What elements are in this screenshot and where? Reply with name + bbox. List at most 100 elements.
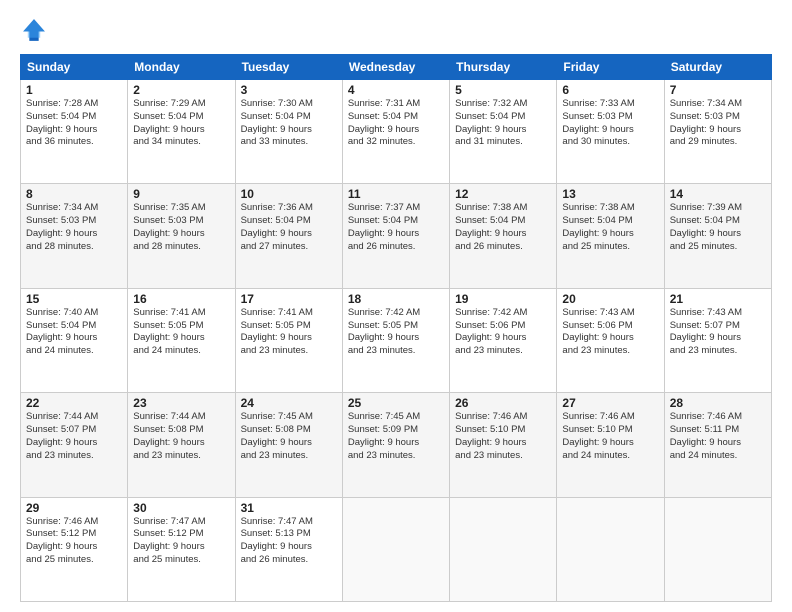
day-info: Sunrise: 7:46 AM Sunset: 5:12 PM Dayligh…	[26, 516, 122, 567]
day-number: 1	[26, 83, 122, 97]
day-number: 30	[133, 501, 229, 515]
calendar-table: SundayMondayTuesdayWednesdayThursdayFrid…	[20, 54, 772, 602]
day-number: 25	[348, 396, 444, 410]
day-info: Sunrise: 7:30 AM Sunset: 5:04 PM Dayligh…	[241, 98, 337, 149]
calendar-page: SundayMondayTuesdayWednesdayThursdayFrid…	[0, 0, 792, 612]
calendar-cell: 16Sunrise: 7:41 AM Sunset: 5:05 PM Dayli…	[128, 288, 235, 392]
day-number: 14	[670, 187, 766, 201]
day-number: 7	[670, 83, 766, 97]
day-number: 11	[348, 187, 444, 201]
day-number: 12	[455, 187, 551, 201]
day-info: Sunrise: 7:43 AM Sunset: 5:06 PM Dayligh…	[562, 307, 658, 358]
day-number: 6	[562, 83, 658, 97]
day-number: 18	[348, 292, 444, 306]
day-number: 8	[26, 187, 122, 201]
day-number: 17	[241, 292, 337, 306]
calendar-cell: 5Sunrise: 7:32 AM Sunset: 5:04 PM Daylig…	[450, 80, 557, 184]
calendar-cell: 7Sunrise: 7:34 AM Sunset: 5:03 PM Daylig…	[664, 80, 771, 184]
day-info: Sunrise: 7:28 AM Sunset: 5:04 PM Dayligh…	[26, 98, 122, 149]
calendar-cell: 3Sunrise: 7:30 AM Sunset: 5:04 PM Daylig…	[235, 80, 342, 184]
day-info: Sunrise: 7:34 AM Sunset: 5:03 PM Dayligh…	[670, 98, 766, 149]
calendar-cell: 9Sunrise: 7:35 AM Sunset: 5:03 PM Daylig…	[128, 184, 235, 288]
day-info: Sunrise: 7:31 AM Sunset: 5:04 PM Dayligh…	[348, 98, 444, 149]
day-number: 15	[26, 292, 122, 306]
calendar-cell: 30Sunrise: 7:47 AM Sunset: 5:12 PM Dayli…	[128, 497, 235, 601]
header	[20, 16, 772, 44]
calendar-cell: 6Sunrise: 7:33 AM Sunset: 5:03 PM Daylig…	[557, 80, 664, 184]
calendar-cell: 4Sunrise: 7:31 AM Sunset: 5:04 PM Daylig…	[342, 80, 449, 184]
calendar-cell: 8Sunrise: 7:34 AM Sunset: 5:03 PM Daylig…	[21, 184, 128, 288]
day-number: 24	[241, 396, 337, 410]
weekday-header-monday: Monday	[128, 55, 235, 80]
weekday-header-friday: Friday	[557, 55, 664, 80]
day-number: 13	[562, 187, 658, 201]
day-info: Sunrise: 7:33 AM Sunset: 5:03 PM Dayligh…	[562, 98, 658, 149]
day-number: 2	[133, 83, 229, 97]
calendar-cell: 21Sunrise: 7:43 AM Sunset: 5:07 PM Dayli…	[664, 288, 771, 392]
day-number: 28	[670, 396, 766, 410]
calendar-cell	[450, 497, 557, 601]
calendar-cell: 31Sunrise: 7:47 AM Sunset: 5:13 PM Dayli…	[235, 497, 342, 601]
day-info: Sunrise: 7:40 AM Sunset: 5:04 PM Dayligh…	[26, 307, 122, 358]
day-number: 29	[26, 501, 122, 515]
calendar-cell: 12Sunrise: 7:38 AM Sunset: 5:04 PM Dayli…	[450, 184, 557, 288]
day-number: 16	[133, 292, 229, 306]
day-info: Sunrise: 7:39 AM Sunset: 5:04 PM Dayligh…	[670, 202, 766, 253]
day-info: Sunrise: 7:32 AM Sunset: 5:04 PM Dayligh…	[455, 98, 551, 149]
day-info: Sunrise: 7:37 AM Sunset: 5:04 PM Dayligh…	[348, 202, 444, 253]
day-info: Sunrise: 7:43 AM Sunset: 5:07 PM Dayligh…	[670, 307, 766, 358]
calendar-cell: 27Sunrise: 7:46 AM Sunset: 5:10 PM Dayli…	[557, 393, 664, 497]
calendar-cell: 13Sunrise: 7:38 AM Sunset: 5:04 PM Dayli…	[557, 184, 664, 288]
day-number: 10	[241, 187, 337, 201]
day-info: Sunrise: 7:45 AM Sunset: 5:08 PM Dayligh…	[241, 411, 337, 462]
calendar-week-1: 1Sunrise: 7:28 AM Sunset: 5:04 PM Daylig…	[21, 80, 772, 184]
day-number: 9	[133, 187, 229, 201]
calendar-cell: 11Sunrise: 7:37 AM Sunset: 5:04 PM Dayli…	[342, 184, 449, 288]
calendar-week-4: 22Sunrise: 7:44 AM Sunset: 5:07 PM Dayli…	[21, 393, 772, 497]
logo	[20, 16, 52, 44]
day-number: 21	[670, 292, 766, 306]
day-number: 23	[133, 396, 229, 410]
calendar-cell: 23Sunrise: 7:44 AM Sunset: 5:08 PM Dayli…	[128, 393, 235, 497]
day-number: 22	[26, 396, 122, 410]
calendar-cell: 17Sunrise: 7:41 AM Sunset: 5:05 PM Dayli…	[235, 288, 342, 392]
day-info: Sunrise: 7:42 AM Sunset: 5:05 PM Dayligh…	[348, 307, 444, 358]
day-info: Sunrise: 7:38 AM Sunset: 5:04 PM Dayligh…	[455, 202, 551, 253]
calendar-cell: 19Sunrise: 7:42 AM Sunset: 5:06 PM Dayli…	[450, 288, 557, 392]
day-info: Sunrise: 7:41 AM Sunset: 5:05 PM Dayligh…	[133, 307, 229, 358]
weekday-header-sunday: Sunday	[21, 55, 128, 80]
calendar-week-3: 15Sunrise: 7:40 AM Sunset: 5:04 PM Dayli…	[21, 288, 772, 392]
weekday-header-thursday: Thursday	[450, 55, 557, 80]
day-info: Sunrise: 7:35 AM Sunset: 5:03 PM Dayligh…	[133, 202, 229, 253]
calendar-cell: 14Sunrise: 7:39 AM Sunset: 5:04 PM Dayli…	[664, 184, 771, 288]
day-info: Sunrise: 7:47 AM Sunset: 5:12 PM Dayligh…	[133, 516, 229, 567]
weekday-header-tuesday: Tuesday	[235, 55, 342, 80]
day-info: Sunrise: 7:46 AM Sunset: 5:11 PM Dayligh…	[670, 411, 766, 462]
weekday-header-wednesday: Wednesday	[342, 55, 449, 80]
day-number: 20	[562, 292, 658, 306]
calendar-cell: 20Sunrise: 7:43 AM Sunset: 5:06 PM Dayli…	[557, 288, 664, 392]
day-info: Sunrise: 7:44 AM Sunset: 5:07 PM Dayligh…	[26, 411, 122, 462]
calendar-cell: 2Sunrise: 7:29 AM Sunset: 5:04 PM Daylig…	[128, 80, 235, 184]
calendar-cell: 24Sunrise: 7:45 AM Sunset: 5:08 PM Dayli…	[235, 393, 342, 497]
day-info: Sunrise: 7:47 AM Sunset: 5:13 PM Dayligh…	[241, 516, 337, 567]
day-info: Sunrise: 7:45 AM Sunset: 5:09 PM Dayligh…	[348, 411, 444, 462]
calendar-cell: 29Sunrise: 7:46 AM Sunset: 5:12 PM Dayli…	[21, 497, 128, 601]
day-info: Sunrise: 7:46 AM Sunset: 5:10 PM Dayligh…	[455, 411, 551, 462]
day-number: 4	[348, 83, 444, 97]
calendar-cell: 18Sunrise: 7:42 AM Sunset: 5:05 PM Dayli…	[342, 288, 449, 392]
calendar-cell	[664, 497, 771, 601]
day-info: Sunrise: 7:38 AM Sunset: 5:04 PM Dayligh…	[562, 202, 658, 253]
day-info: Sunrise: 7:46 AM Sunset: 5:10 PM Dayligh…	[562, 411, 658, 462]
calendar-cell: 25Sunrise: 7:45 AM Sunset: 5:09 PM Dayli…	[342, 393, 449, 497]
calendar-cell: 26Sunrise: 7:46 AM Sunset: 5:10 PM Dayli…	[450, 393, 557, 497]
calendar-cell	[342, 497, 449, 601]
day-info: Sunrise: 7:29 AM Sunset: 5:04 PM Dayligh…	[133, 98, 229, 149]
calendar-week-5: 29Sunrise: 7:46 AM Sunset: 5:12 PM Dayli…	[21, 497, 772, 601]
calendar-cell: 22Sunrise: 7:44 AM Sunset: 5:07 PM Dayli…	[21, 393, 128, 497]
calendar-cell: 1Sunrise: 7:28 AM Sunset: 5:04 PM Daylig…	[21, 80, 128, 184]
calendar-cell: 15Sunrise: 7:40 AM Sunset: 5:04 PM Dayli…	[21, 288, 128, 392]
day-number: 27	[562, 396, 658, 410]
day-info: Sunrise: 7:41 AM Sunset: 5:05 PM Dayligh…	[241, 307, 337, 358]
day-number: 26	[455, 396, 551, 410]
